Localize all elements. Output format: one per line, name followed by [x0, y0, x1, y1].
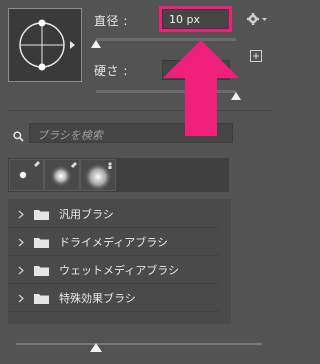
brush-group-label: ウェットメディアブラシ — [59, 264, 180, 277]
brush-group-list: 汎用ブラシ ドライメディアブラシ ウェットメディアブラシ 特殊効果ブラシ — [8, 199, 231, 324]
folder-icon — [34, 265, 49, 276]
folder-icon — [34, 237, 49, 248]
settings-button[interactable] — [245, 10, 271, 28]
recent-brush-soft-large[interactable] — [80, 159, 116, 191]
brush-group-wet-media[interactable]: ウェットメディアブラシ — [8, 257, 219, 284]
highlight-arrow-icon — [163, 40, 239, 140]
highlight-box — [159, 6, 232, 32]
hardness-label: 硬さ : — [94, 64, 128, 78]
brush-tip-preview[interactable] — [8, 8, 82, 82]
brush-group-label: ドライメディアブラシ — [59, 236, 169, 249]
preview-size-slider-thumb[interactable] — [90, 343, 102, 352]
chevron-right-icon[interactable] — [14, 238, 28, 247]
angle-roundness-icon[interactable] — [9, 9, 81, 81]
new-preset-button[interactable] — [250, 50, 262, 62]
size-label: 直径 : — [94, 14, 128, 28]
size-slider-thumb[interactable] — [91, 40, 101, 48]
recent-brush-hard-round[interactable] — [9, 159, 44, 191]
plus-icon — [253, 53, 259, 59]
chevron-down-icon — [262, 18, 267, 21]
brush-group-label: 特殊効果ブラシ — [59, 292, 136, 305]
brush-group-dry-media[interactable]: ドライメディアブラシ — [8, 229, 219, 256]
search-icon — [13, 127, 24, 146]
folder-icon — [34, 209, 49, 220]
preview-size-slider[interactable] — [16, 343, 262, 345]
recent-brush-soft-round[interactable] — [44, 159, 80, 191]
chevron-right-icon[interactable] — [14, 294, 28, 303]
brush-group-general[interactable]: 汎用ブラシ — [8, 201, 219, 228]
gear-icon — [247, 13, 267, 25]
recent-brushes — [8, 158, 229, 192]
brush-group-special-effects[interactable]: 特殊効果ブラシ — [8, 285, 219, 312]
chevron-right-icon[interactable] — [14, 210, 28, 219]
chevron-right-icon[interactable] — [14, 266, 28, 275]
folder-icon — [34, 293, 49, 304]
brush-group-label: 汎用ブラシ — [59, 208, 114, 221]
